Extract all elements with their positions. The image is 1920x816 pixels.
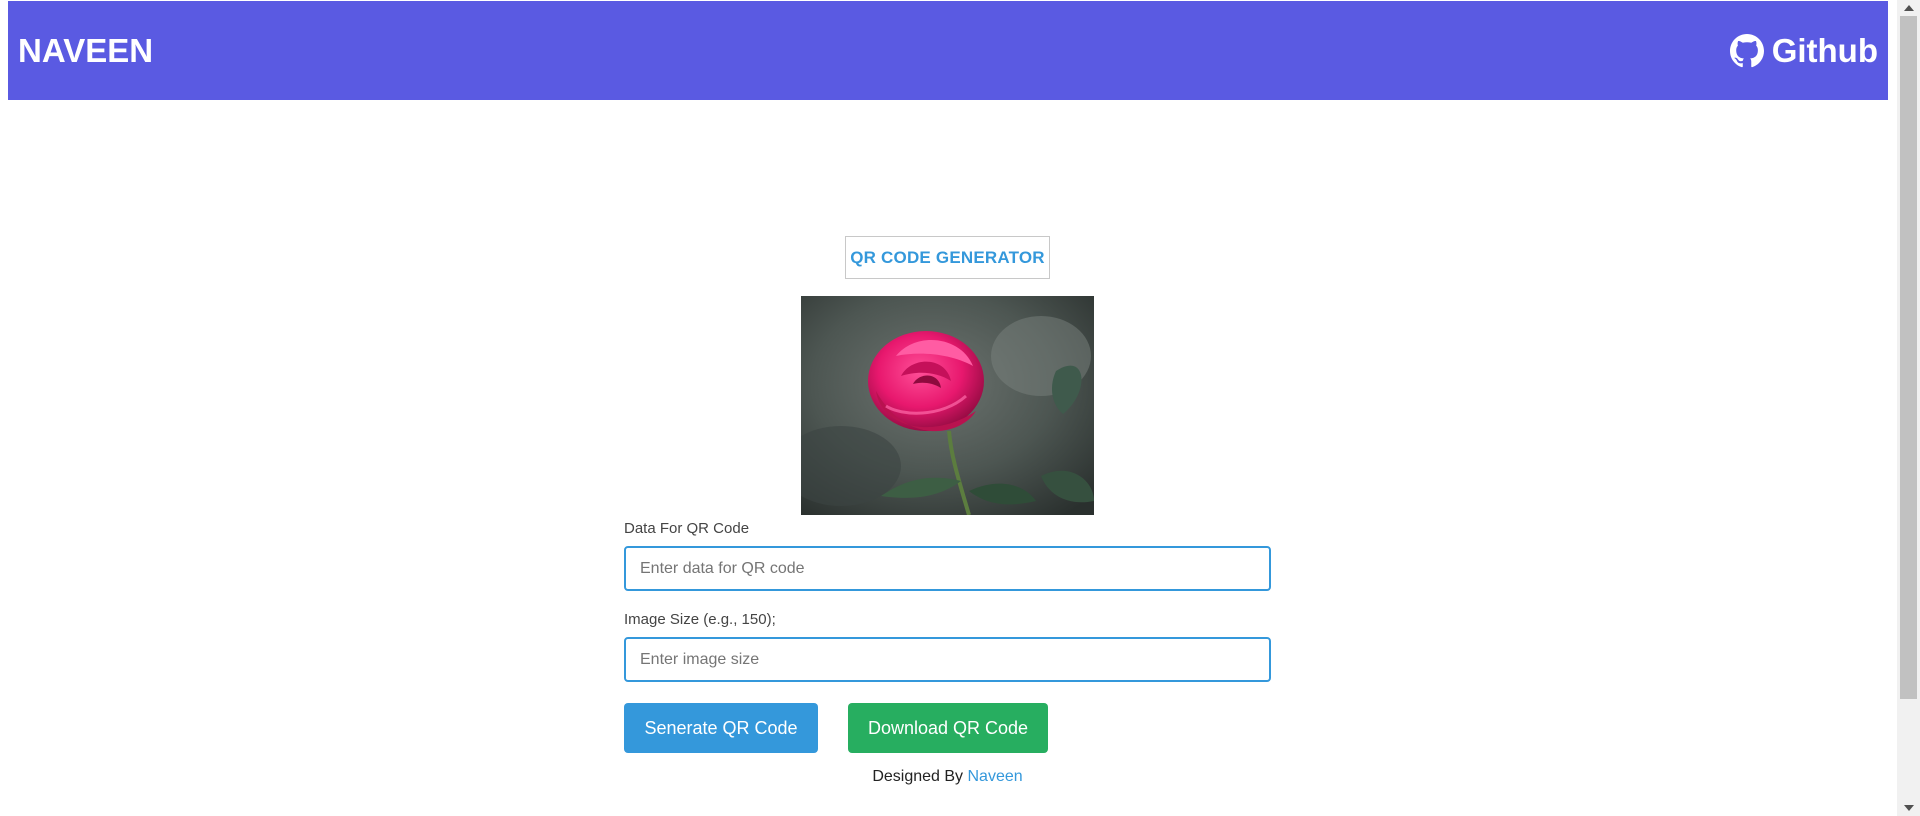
- generate-qr-button[interactable]: Senerate QR Code: [624, 703, 818, 753]
- download-qr-button[interactable]: Download QR Code: [848, 703, 1048, 753]
- github-link[interactable]: Github: [1729, 31, 1878, 70]
- qr-data-label: Data For QR Code: [624, 520, 750, 537]
- footer-prefix: Designed By: [872, 768, 964, 785]
- author-link[interactable]: Naveen: [968, 768, 1023, 785]
- scrollbar-thumb[interactable]: [1900, 16, 1917, 699]
- top-navbar: NAVEEN Github: [8, 1, 1888, 100]
- vertical-scrollbar[interactable]: [1897, 0, 1920, 816]
- github-label: Github: [1771, 31, 1878, 69]
- footer-credit: Designed By Naveen: [0, 768, 1895, 786]
- rose-photo-image: [801, 296, 1094, 515]
- brand-logo-text[interactable]: NAVEEN: [18, 32, 153, 70]
- qr-data-input[interactable]: [624, 546, 1271, 591]
- image-size-label: Image Size (e.g., 150);: [624, 611, 776, 628]
- page: NAVEEN Github QR CODE GENERATOR Data For…: [0, 0, 1920, 816]
- scroll-down-arrow-icon[interactable]: [1897, 800, 1920, 816]
- scroll-up-arrow-icon[interactable]: [1897, 0, 1920, 16]
- page-title: QR CODE GENERATOR: [845, 236, 1050, 279]
- image-size-input[interactable]: [624, 637, 1271, 682]
- github-icon: [1729, 33, 1764, 68]
